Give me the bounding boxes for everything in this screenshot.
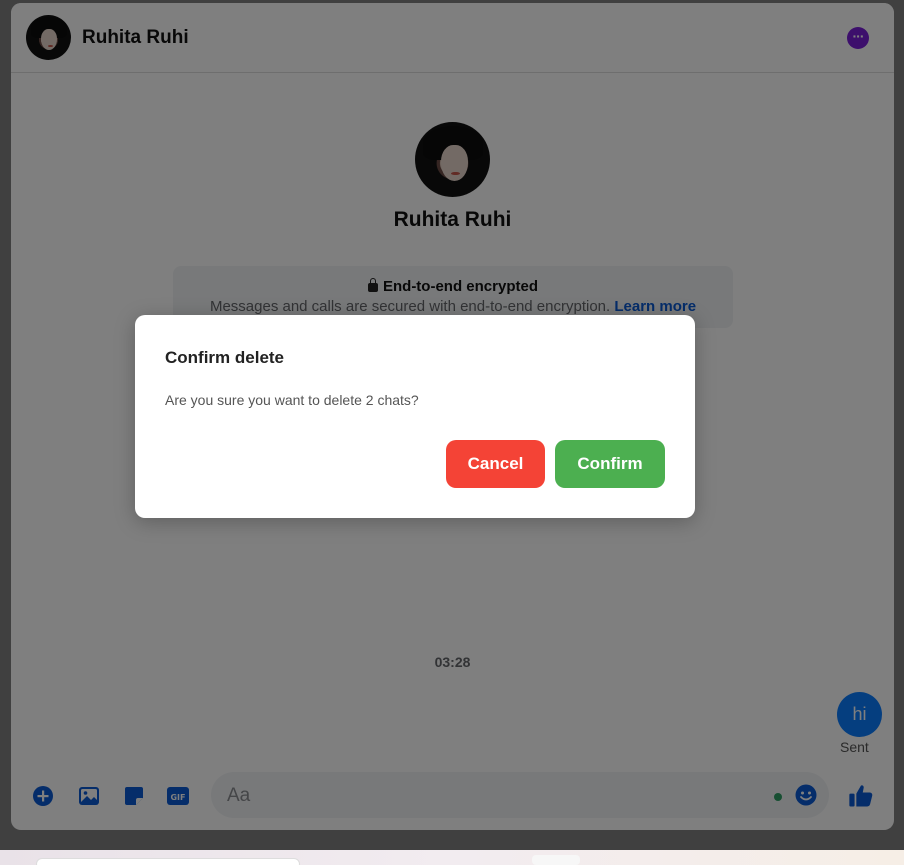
confirm-button[interactable]: Confirm — [555, 440, 665, 488]
dialog-message: Are you sure you want to delete 2 chats? — [165, 392, 419, 408]
dialog-title: Confirm delete — [165, 348, 285, 367]
taskbar — [0, 850, 904, 865]
taskbar-search[interactable] — [36, 858, 300, 865]
taskbar-thumbnail[interactable] — [532, 855, 580, 865]
confirm-delete-dialog: Confirm delete Are you sure you want to … — [135, 315, 695, 518]
cancel-button[interactable]: Cancel — [446, 440, 545, 488]
